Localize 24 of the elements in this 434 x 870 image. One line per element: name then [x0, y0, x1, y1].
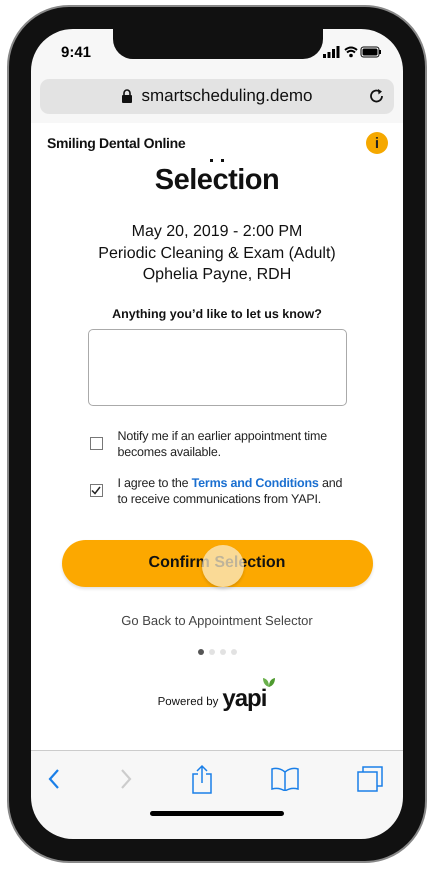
appointment-detail: Ophelia Payne, RDH	[142, 265, 292, 285]
checkbox-label: I agree to the Terms and Conditions and to receive communications from YAPI.	[118, 474, 344, 506]
back-link[interactable]: Go Back to Appointment Selector	[121, 612, 313, 628]
book-icon[interactable]	[271, 767, 299, 791]
reload-icon[interactable]	[368, 87, 386, 105]
share-icon[interactable]	[191, 764, 213, 794]
notes-field[interactable]	[88, 328, 346, 406]
tabs-icon[interactable]	[357, 766, 383, 792]
lock-icon	[121, 89, 134, 103]
address-bar[interactable]: smartscheduling.demo	[40, 78, 394, 114]
checkbox[interactable]	[90, 437, 102, 450]
back-icon[interactable]	[47, 768, 61, 790]
status-time: 9:41	[61, 44, 92, 60]
checkbox[interactable]	[90, 484, 102, 497]
site-title: Smiling Dental Online	[47, 135, 186, 151]
checkbox-label: Notify me if an earlier appointment time becomes available.	[118, 428, 328, 460]
notes-label: Anything you’d like to let us know?	[112, 306, 322, 320]
status-icons-drawing	[323, 46, 381, 58]
page-title: Selection	[154, 164, 280, 197]
appointment-detail: Periodic Cleaning & Exam (Adult)	[98, 244, 336, 264]
appointment-detail: May 20, 2019 - 2:00 PM	[132, 222, 302, 242]
info-button[interactable]: i	[366, 132, 388, 154]
brand-logo: yapi	[222, 676, 276, 712]
powered-by-text: Powered by	[158, 696, 218, 708]
